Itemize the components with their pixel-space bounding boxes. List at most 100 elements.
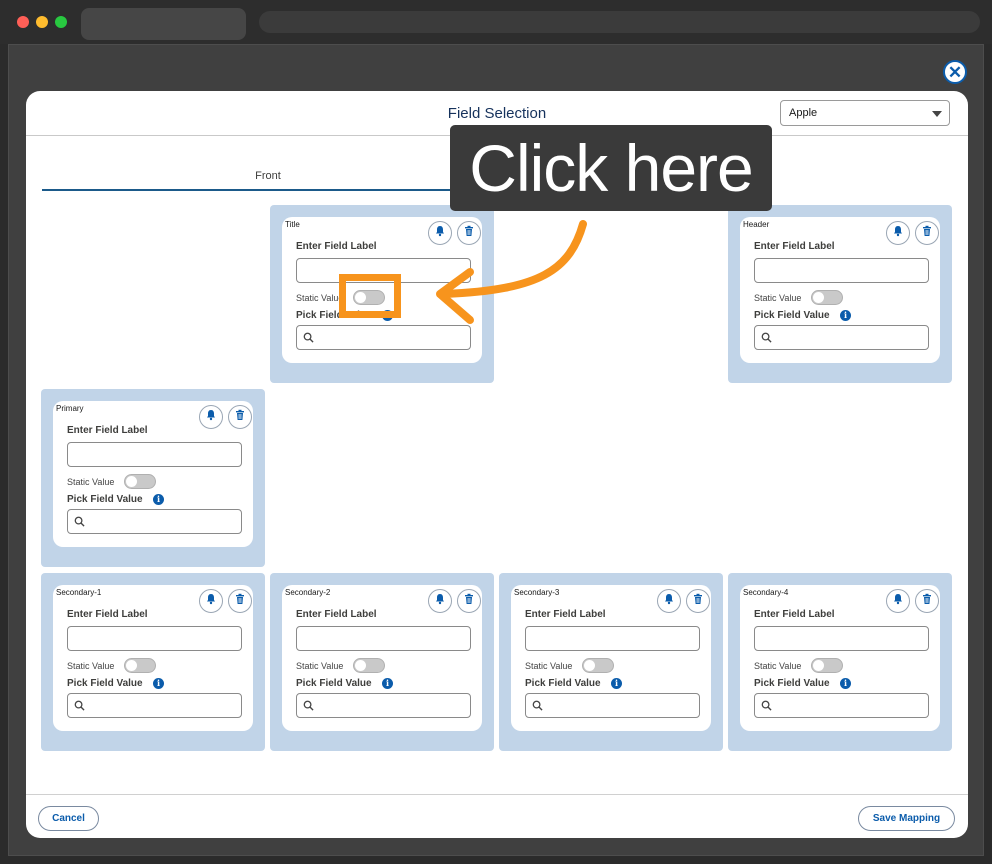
bell-icon: [892, 592, 904, 610]
notify-button[interactable]: [657, 589, 681, 613]
enter-field-label: Enter Field Label: [67, 609, 148, 620]
field-value-search-input[interactable]: [754, 325, 929, 350]
static-value-label: Static Value: [296, 293, 344, 303]
cancel-button[interactable]: Cancel: [38, 806, 99, 831]
object-select-value: Apple: [789, 107, 818, 119]
browser-tab[interactable]: [81, 8, 246, 40]
slot-label: Secondary-3: [514, 588, 560, 597]
field-value-search-input[interactable]: [67, 693, 242, 718]
highlight-box: [339, 274, 401, 318]
slot-secondary-3: Secondary-3 Enter Field Label Static Val…: [499, 573, 723, 751]
slot-label: Title: [285, 220, 300, 229]
static-value-toggle[interactable]: [811, 290, 843, 305]
static-value-label: Static Value: [296, 661, 344, 671]
static-value-toggle[interactable]: [124, 474, 156, 489]
enter-field-label: Enter Field Label: [67, 425, 148, 436]
pick-field-value-label: Pick Field Value: [296, 678, 372, 689]
delete-button[interactable]: [228, 405, 252, 429]
slot-label: Header: [743, 220, 770, 229]
notify-button[interactable]: [886, 221, 910, 245]
slot-label: Secondary-4: [743, 588, 789, 597]
bell-icon: [434, 592, 446, 610]
static-value-toggle[interactable]: [811, 658, 843, 673]
slot-label: Secondary-1: [56, 588, 102, 597]
info-icon[interactable]: i: [840, 678, 851, 689]
field-card: Secondary-2 Enter Field Label Static Val…: [282, 585, 482, 731]
pointer-arrow: [436, 220, 587, 324]
click-here-callout: Click here: [450, 125, 772, 211]
slot-secondary-2: Secondary-2 Enter Field Label Static Val…: [270, 573, 494, 751]
pick-field-value-label: Pick Field Value: [754, 678, 830, 689]
field-card: Secondary-1 Enter Field Label Static Val…: [53, 585, 253, 731]
modal-footer: Cancel Save Mapping: [26, 794, 968, 838]
enter-field-label: Enter Field Label: [296, 609, 377, 620]
static-value-label: Static Value: [67, 661, 115, 671]
pick-field-value-label: Pick Field Value: [67, 678, 143, 689]
bell-icon: [205, 408, 217, 426]
slot-secondary-1: Secondary-1 Enter Field Label Static Val…: [41, 573, 265, 751]
slot-primary: Primary Enter Field Label Static Value P…: [41, 389, 265, 567]
trash-icon: [234, 408, 246, 426]
field-value-search-input[interactable]: [754, 693, 929, 718]
address-bar[interactable]: [259, 11, 980, 33]
enter-field-label: Enter Field Label: [525, 609, 606, 620]
tab-front[interactable]: Front: [42, 165, 494, 191]
delete-button[interactable]: [457, 589, 481, 613]
window-close-dot[interactable]: [17, 16, 29, 28]
notify-button[interactable]: [199, 589, 223, 613]
static-value-toggle[interactable]: [353, 658, 385, 673]
enter-field-label: Enter Field Label: [754, 241, 835, 252]
delete-button[interactable]: [686, 589, 710, 613]
field-label-input[interactable]: [67, 626, 242, 651]
notify-button[interactable]: [886, 589, 910, 613]
info-icon[interactable]: i: [382, 678, 393, 689]
field-label-input[interactable]: [754, 258, 929, 283]
bell-icon: [663, 592, 675, 610]
field-card: Secondary-4 Enter Field Label Static Val…: [740, 585, 940, 731]
info-icon[interactable]: i: [153, 494, 164, 505]
field-value-search-input[interactable]: [296, 693, 471, 718]
enter-field-label: Enter Field Label: [754, 609, 835, 620]
notify-button[interactable]: [199, 405, 223, 429]
slot-header: Header Enter Field Label Static Value Pi…: [728, 205, 952, 383]
trash-icon: [921, 592, 933, 610]
static-value-label: Static Value: [67, 477, 115, 487]
delete-button[interactable]: [915, 589, 939, 613]
window-minimize-dot[interactable]: [36, 16, 48, 28]
static-value-label: Static Value: [754, 293, 802, 303]
window-maximize-dot[interactable]: [55, 16, 67, 28]
static-value-label: Static Value: [754, 661, 802, 671]
trash-icon: [234, 592, 246, 610]
info-icon[interactable]: i: [153, 678, 164, 689]
field-card: Secondary-3 Enter Field Label Static Val…: [511, 585, 711, 731]
static-value-label: Static Value: [525, 661, 573, 671]
pick-field-value-label: Pick Field Value: [67, 494, 143, 505]
field-label-input[interactable]: [67, 442, 242, 467]
slot-secondary-4: Secondary-4 Enter Field Label Static Val…: [728, 573, 952, 751]
info-icon[interactable]: i: [611, 678, 622, 689]
delete-button[interactable]: [915, 221, 939, 245]
notify-button[interactable]: [428, 589, 452, 613]
save-mapping-button[interactable]: Save Mapping: [858, 806, 955, 831]
delete-button[interactable]: [228, 589, 252, 613]
field-value-search-input[interactable]: [67, 509, 242, 534]
object-select[interactable]: Apple: [780, 100, 950, 126]
trash-icon: [692, 592, 704, 610]
pick-field-value-label: Pick Field Value: [525, 678, 601, 689]
trash-icon: [463, 592, 475, 610]
bell-icon: [892, 224, 904, 242]
info-icon[interactable]: i: [840, 310, 851, 321]
static-value-toggle[interactable]: [582, 658, 614, 673]
field-label-input[interactable]: [525, 626, 700, 651]
close-modal-button[interactable]: ✕: [943, 60, 967, 84]
slot-label: Primary: [56, 404, 84, 413]
enter-field-label: Enter Field Label: [296, 241, 377, 252]
field-label-input[interactable]: [296, 626, 471, 651]
bell-icon: [205, 592, 217, 610]
chevron-down-icon: [932, 111, 942, 117]
field-value-search-input[interactable]: [525, 693, 700, 718]
pick-field-value-label: Pick Field Value: [754, 310, 830, 321]
static-value-toggle[interactable]: [124, 658, 156, 673]
window-titlebar: [0, 0, 992, 44]
field-label-input[interactable]: [754, 626, 929, 651]
